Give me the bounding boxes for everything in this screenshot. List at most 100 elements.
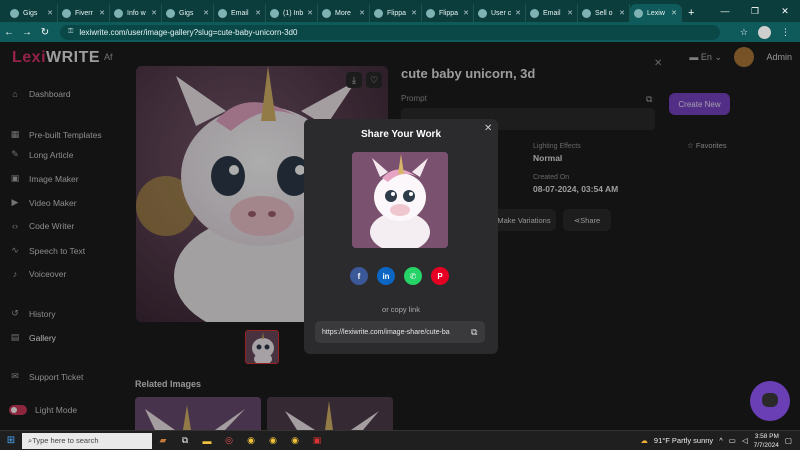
screen: Gigs ✕ Fiverr ✕ Info w ✕ Gigs ✕ Email ✕ (1) Inb ✕ Mo… [0, 0, 800, 450]
share-preview-graphic [352, 152, 448, 248]
chrome-icon-3[interactable]: ◉ [284, 433, 306, 449]
tab-label: Flippa [387, 9, 407, 17]
tab-close-icon[interactable]: ✕ [359, 9, 365, 17]
share-link-text: https://lexiwrite.com/image-share/cute-b… [322, 328, 450, 336]
browser-tab[interactable]: (1) Inb ✕ [266, 4, 318, 22]
browser-tab-strip: Gigs ✕ Fiverr ✕ Info w ✕ Gigs ✕ Email ✕ (1) Inb ✕ Mo… [0, 0, 800, 22]
url-text: lexiwrite.com/user/image-gallery?slug=cu… [79, 27, 298, 37]
browser-tab[interactable]: Flippa ✕ [370, 4, 422, 22]
chrome-icon-1[interactable]: ◉ [240, 433, 262, 449]
window-controls: — ❐ ✕ [710, 0, 800, 22]
address-bar-row: ← → ↻ ⚿ lexiwrite.com/user/image-gallery… [0, 22, 800, 42]
task-view-icon[interactable]: ⧉ [174, 433, 196, 449]
tab-favicon-icon [374, 8, 383, 18]
browser-tab[interactable]: Email ✕ [526, 4, 578, 22]
modal-close-icon[interactable]: ✕ [484, 123, 492, 134]
browser-tab[interactable]: Gigs ✕ [162, 4, 214, 22]
chrome-icon-2[interactable]: ◉ [262, 433, 284, 449]
search-placeholder: Type here to search [32, 436, 99, 445]
browser-tab[interactable]: User c ✕ [474, 4, 526, 22]
browser-menu-icon[interactable]: ⋮ [781, 27, 790, 38]
tab-favicon-icon [530, 8, 539, 18]
tab-close-icon[interactable]: ✕ [411, 9, 417, 17]
clock-date: 7/7/2024 [753, 441, 779, 449]
linkedin-share-button[interactable]: in [377, 267, 395, 285]
back-icon[interactable]: ← [0, 27, 18, 38]
linkedin-icon: in [382, 271, 390, 281]
tab-label: Sell o [595, 9, 613, 17]
tab-favicon-icon [166, 8, 175, 18]
forward-icon[interactable]: → [18, 27, 36, 38]
tab-close-icon[interactable]: ✕ [515, 9, 521, 17]
windows-taskbar: ⊞ ⌕ Type here to search ▰ ⧉ ▬ ◎ ◉ ◉ ◉ ▣ … [0, 430, 800, 450]
tab-label: Flippa [439, 9, 459, 17]
browser-actions: ☆ ⋮ [740, 25, 800, 39]
facebook-icon: f [357, 271, 361, 281]
tab-close-icon[interactable]: ✕ [151, 9, 157, 17]
weather-text[interactable]: 91°F Partly sunny [654, 436, 713, 445]
new-tab-icon[interactable]: + [688, 4, 694, 22]
tab-favicon-icon [582, 8, 591, 18]
tab-close-icon[interactable]: ✕ [619, 9, 625, 17]
taskbar-app-icon[interactable]: ▰ [152, 433, 174, 449]
weather-icon: ☁ [640, 436, 648, 445]
browser-tab[interactable]: Lexiw ✕ [630, 4, 682, 22]
tab-label: Lexiw [647, 9, 665, 17]
share-link-field[interactable]: https://lexiwrite.com/image-share/cute-b… [315, 321, 485, 343]
minimize-icon[interactable]: — [710, 6, 740, 16]
browser-tab[interactable]: More ✕ [318, 4, 370, 22]
tab-close-icon[interactable]: ✕ [307, 9, 313, 17]
browser-tab[interactable]: Fiverr ✕ [58, 4, 110, 22]
tab-close-icon[interactable]: ✕ [47, 9, 53, 17]
copy-link-icon[interactable]: ⧉ [471, 327, 477, 338]
tab-label: More [335, 9, 351, 17]
browser-tab[interactable]: Info w ✕ [110, 4, 162, 22]
close-window-icon[interactable]: ✕ [770, 6, 800, 17]
bookmark-star-icon[interactable]: ☆ [740, 27, 748, 38]
tab-close-icon[interactable]: ✕ [99, 9, 105, 17]
file-explorer-icon[interactable]: ▬ [196, 433, 218, 449]
taskbar-search[interactable]: ⌕ Type here to search [22, 432, 152, 449]
browser-tab[interactable]: Email ✕ [214, 4, 266, 22]
tab-label: Fiverr [75, 9, 93, 17]
reload-icon[interactable]: ↻ [36, 27, 54, 38]
whatsapp-share-button[interactable]: ✆ [404, 267, 422, 285]
pinterest-share-button[interactable]: P [431, 267, 449, 285]
network-icon[interactable]: ▭ [729, 436, 736, 445]
tab-favicon-icon [114, 8, 123, 18]
tab-close-icon[interactable]: ✕ [463, 9, 469, 17]
tray-chevron-icon[interactable]: ^ [719, 436, 723, 445]
tab-close-icon[interactable]: ✕ [255, 9, 261, 17]
tab-favicon-icon [62, 8, 71, 18]
chat-assistant-button[interactable] [750, 381, 790, 421]
maximize-icon[interactable]: ❐ [740, 6, 770, 17]
tab-label: User c [491, 9, 512, 17]
tab-favicon-icon [270, 8, 279, 18]
tab-close-icon[interactable]: ✕ [203, 9, 209, 17]
windows-start-icon[interactable]: ⊞ [0, 435, 22, 446]
clock[interactable]: 3:58 PM 7/7/2024 [754, 432, 779, 450]
volume-icon[interactable]: ◁ [742, 436, 748, 445]
tab-label: (1) Inb [283, 9, 304, 17]
system-tray: ☁ 91°F Partly sunny ^ ▭ ◁ 3:58 PM 7/7/20… [640, 432, 800, 450]
or-copy-link-text: or copy link [382, 305, 420, 314]
tab-label: Email [231, 9, 249, 17]
tab-close-icon[interactable]: ✕ [567, 9, 573, 17]
clock-time: 3:58 PM [754, 432, 779, 440]
notifications-icon[interactable]: ▢ [785, 436, 792, 445]
tab-close-icon[interactable]: ✕ [671, 9, 677, 17]
tab-favicon-icon [218, 8, 227, 18]
browser-tab[interactable]: Gigs ✕ [6, 4, 58, 22]
facebook-share-button[interactable]: f [350, 267, 368, 285]
filezilla-icon[interactable]: ▣ [306, 433, 328, 449]
browser-tab[interactable]: Flippa ✕ [422, 4, 474, 22]
browser-profile-avatar[interactable] [758, 25, 771, 39]
whatsapp-icon: ✆ [409, 271, 417, 281]
browser-tab[interactable]: Sell o ✕ [578, 4, 630, 22]
app-icon-red[interactable]: ◎ [218, 433, 240, 449]
url-field[interactable]: ⚿ lexiwrite.com/user/image-gallery?slug=… [60, 24, 720, 40]
tab-favicon-icon [634, 8, 643, 18]
share-modal-title: Share Your Work [360, 129, 442, 140]
tab-favicon-icon [426, 8, 435, 18]
site-info-icon[interactable]: ⚿ [68, 28, 73, 36]
